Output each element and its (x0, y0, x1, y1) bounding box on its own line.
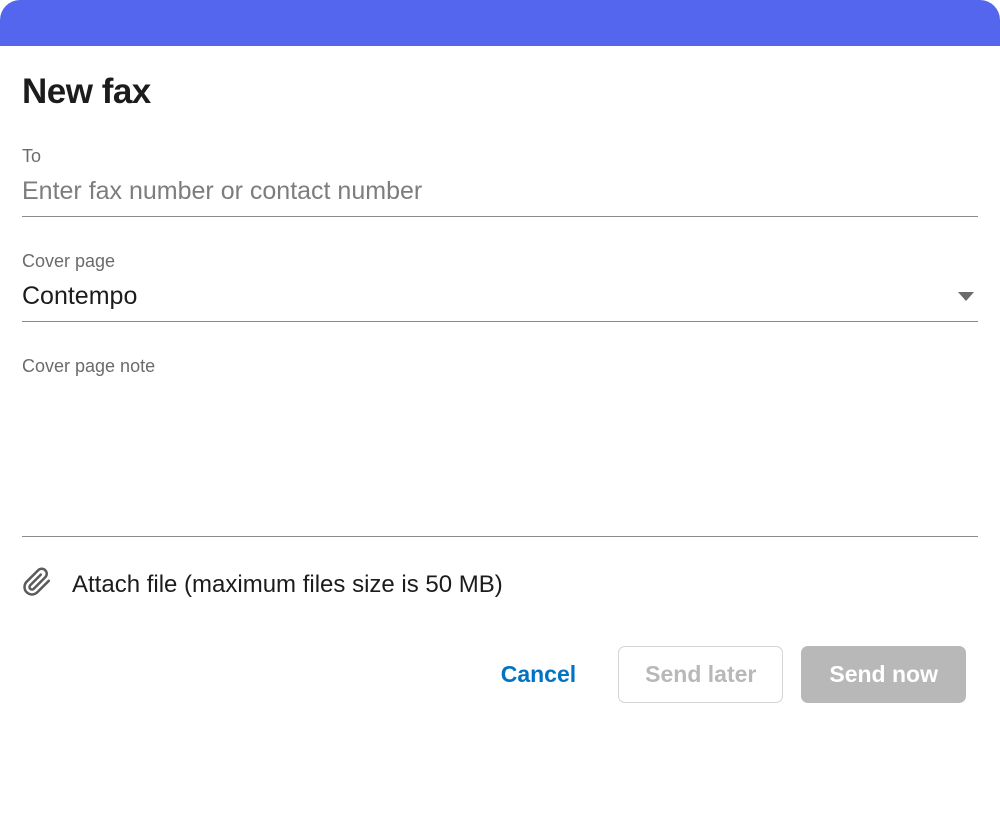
modal-footer: Cancel Send later Send now (22, 646, 978, 739)
to-field-group: To (22, 146, 978, 217)
new-fax-modal: New fax To Cover page Contempo Cover pag… (0, 0, 1000, 840)
attach-file-button[interactable]: Attach file (maximum files size is 50 MB… (22, 567, 978, 602)
cover-page-select[interactable]: Contempo (22, 282, 978, 322)
chevron-down-icon (958, 292, 974, 301)
cover-page-note-field-group: Cover page note (22, 356, 978, 567)
modal-content: New fax To Cover page Contempo Cover pag… (0, 46, 1000, 840)
to-input-row (22, 177, 978, 217)
paperclip-icon (22, 567, 52, 602)
cover-page-label: Cover page (22, 251, 978, 272)
send-later-button[interactable]: Send later (618, 646, 783, 703)
to-input[interactable] (22, 177, 978, 206)
modal-header-bar (0, 0, 1000, 46)
cover-page-note-label: Cover page note (22, 356, 978, 377)
to-label: To (22, 146, 978, 167)
send-now-button[interactable]: Send now (801, 646, 966, 703)
cover-page-field-group: Cover page Contempo (22, 251, 978, 322)
modal-title: New fax (22, 72, 978, 112)
attach-file-label: Attach file (maximum files size is 50 MB… (72, 571, 503, 599)
cover-page-selected-value: Contempo (22, 282, 137, 311)
cover-page-note-input[interactable] (22, 387, 978, 537)
cancel-button[interactable]: Cancel (477, 649, 600, 700)
